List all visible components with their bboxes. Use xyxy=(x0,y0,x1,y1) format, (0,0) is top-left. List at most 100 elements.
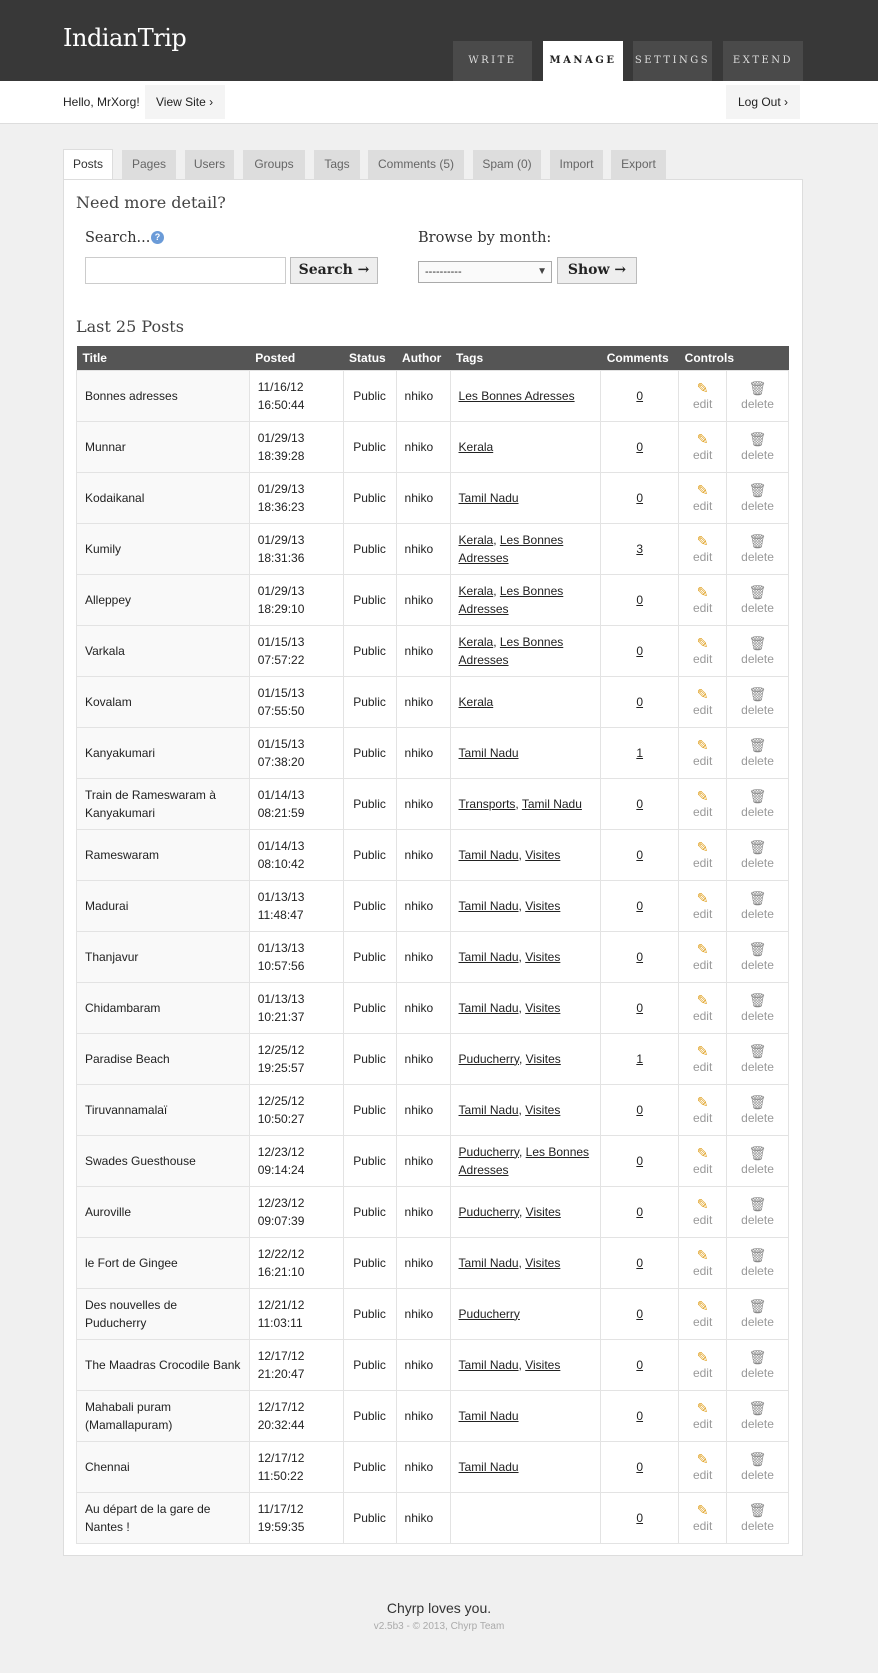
tag-link[interactable]: Kerala xyxy=(459,584,494,598)
delete-control[interactable]: 🗑 delete xyxy=(726,675,789,728)
post-title[interactable]: Paradise Beach xyxy=(85,1052,170,1066)
edit-control[interactable]: ✎ edit xyxy=(678,1338,728,1391)
edit-control[interactable]: ✎ edit xyxy=(678,828,728,881)
delete-control[interactable]: 🗑 delete xyxy=(726,1083,789,1136)
tag-link[interactable]: Visites xyxy=(525,1358,560,1372)
comments-count-link[interactable]: 0 xyxy=(636,797,643,811)
delete-control[interactable]: 🗑 delete xyxy=(726,828,789,881)
col-tags[interactable]: Tags xyxy=(450,346,601,370)
delete-control[interactable]: 🗑 delete xyxy=(726,471,789,524)
edit-control[interactable]: ✎ edit xyxy=(678,522,728,575)
post-title[interactable]: Swades Guesthouse xyxy=(85,1154,196,1168)
tag-link[interactable]: Tamil Nadu xyxy=(459,1103,519,1117)
post-title[interactable]: Auroville xyxy=(85,1205,131,1219)
delete-control[interactable]: 🗑 delete xyxy=(726,1440,789,1493)
tag-link[interactable]: Tamil Nadu xyxy=(459,848,519,862)
comments-count-link[interactable]: 0 xyxy=(636,1358,643,1372)
post-title[interactable]: Chennai xyxy=(85,1460,130,1474)
tag-link[interactable]: Kerala xyxy=(459,533,494,547)
post-title[interactable]: Madurai xyxy=(85,899,128,913)
delete-control[interactable]: 🗑 delete xyxy=(726,1185,789,1238)
edit-control[interactable]: ✎ edit xyxy=(678,369,728,422)
comments-count-link[interactable]: 0 xyxy=(636,1103,643,1117)
tag-link[interactable]: Tamil Nadu xyxy=(459,491,519,505)
post-title[interactable]: Au départ de la gare de Nantes ! xyxy=(85,1502,210,1534)
tag-link[interactable]: Kerala xyxy=(459,440,494,454)
post-title[interactable]: Varkala xyxy=(85,644,125,658)
tab-tags[interactable]: Tags xyxy=(314,150,360,179)
tag-link[interactable]: Tamil Nadu xyxy=(459,1358,519,1372)
delete-control[interactable]: 🗑 delete xyxy=(726,1389,789,1442)
edit-control[interactable]: ✎ edit xyxy=(678,1389,728,1442)
comments-count-link[interactable]: 0 xyxy=(636,593,643,607)
delete-control[interactable]: 🗑 delete xyxy=(726,573,789,626)
col-posted[interactable]: Posted xyxy=(249,346,343,370)
view-site-link[interactable]: View Site › xyxy=(145,85,226,119)
edit-control[interactable]: ✎ edit xyxy=(678,1440,728,1493)
edit-control[interactable]: ✎ edit xyxy=(678,1032,728,1085)
show-button[interactable]: Show → xyxy=(557,257,637,284)
col-comments[interactable]: Comments xyxy=(601,346,679,370)
delete-control[interactable]: 🗑 delete xyxy=(726,981,789,1034)
tab-users[interactable]: Users xyxy=(185,150,234,179)
comments-count-link[interactable]: 1 xyxy=(636,1052,643,1066)
edit-control[interactable]: ✎ edit xyxy=(678,1287,728,1340)
tag-link[interactable]: Tamil Nadu xyxy=(459,899,519,913)
post-title[interactable]: Tiruvannamalaï xyxy=(85,1103,167,1117)
edit-control[interactable]: ✎ edit xyxy=(678,1134,728,1187)
comments-count-link[interactable]: 0 xyxy=(636,899,643,913)
month-select[interactable]: ---------- ▼ xyxy=(418,261,552,283)
tab-import[interactable]: Import xyxy=(550,150,603,179)
tag-link[interactable]: Visites xyxy=(525,848,560,862)
comments-count-link[interactable]: 0 xyxy=(636,1460,643,1474)
comments-count-link[interactable]: 0 xyxy=(636,389,643,403)
comments-count-link[interactable]: 0 xyxy=(636,1154,643,1168)
edit-control[interactable]: ✎ edit xyxy=(678,1083,728,1136)
post-title[interactable]: Chidambaram xyxy=(85,1001,160,1015)
delete-control[interactable]: 🗑 delete xyxy=(726,420,789,473)
post-title[interactable]: Rameswaram xyxy=(85,848,159,862)
delete-control[interactable]: 🗑 delete xyxy=(726,1338,789,1391)
comments-count-link[interactable]: 0 xyxy=(636,644,643,658)
edit-control[interactable]: ✎ edit xyxy=(678,930,728,983)
site-title[interactable]: IndianTrip xyxy=(63,24,187,52)
post-title[interactable]: The Maadras Crocodile Bank xyxy=(85,1358,240,1372)
nav-write[interactable]: WRITE xyxy=(453,41,532,81)
search-input[interactable] xyxy=(85,257,286,284)
comments-count-link[interactable]: 0 xyxy=(636,695,643,709)
post-title[interactable]: Bonnes adresses xyxy=(85,389,178,403)
edit-control[interactable]: ✎ edit xyxy=(678,1491,728,1544)
edit-control[interactable]: ✎ edit xyxy=(678,879,728,932)
col-author[interactable]: Author xyxy=(396,346,450,370)
tag-link[interactable]: Kerala xyxy=(459,695,494,709)
post-title[interactable]: Munnar xyxy=(85,440,126,454)
delete-control[interactable]: 🗑 delete xyxy=(726,1287,789,1340)
delete-control[interactable]: 🗑 delete xyxy=(726,1032,789,1085)
tag-link[interactable]: Tamil Nadu xyxy=(459,1409,519,1423)
edit-control[interactable]: ✎ edit xyxy=(678,1185,728,1238)
nav-extend[interactable]: EXTEND xyxy=(723,41,803,81)
tag-link[interactable]: Puducherry xyxy=(459,1307,520,1321)
comments-count-link[interactable]: 0 xyxy=(636,491,643,505)
edit-control[interactable]: ✎ edit xyxy=(678,624,728,677)
tag-link[interactable]: Tamil Nadu xyxy=(522,797,582,811)
tab-pages[interactable]: Pages xyxy=(122,150,176,179)
post-title[interactable]: Kumily xyxy=(85,542,121,556)
tag-link[interactable]: Transports xyxy=(459,797,516,811)
delete-control[interactable]: 🗑 delete xyxy=(726,624,789,677)
edit-control[interactable]: ✎ edit xyxy=(678,675,728,728)
comments-count-link[interactable]: 0 xyxy=(636,1307,643,1321)
tag-link[interactable]: Visites xyxy=(525,899,560,913)
edit-control[interactable]: ✎ edit xyxy=(678,573,728,626)
tab-export[interactable]: Export xyxy=(611,150,666,179)
delete-control[interactable]: 🗑 delete xyxy=(726,777,789,830)
post-title[interactable]: Des nouvelles de Puducherry xyxy=(85,1298,177,1330)
tag-link[interactable]: Visites xyxy=(526,1052,561,1066)
delete-control[interactable]: 🗑 delete xyxy=(726,1134,789,1187)
delete-control[interactable]: 🗑 delete xyxy=(726,726,789,779)
tag-link[interactable]: Visites xyxy=(526,1205,561,1219)
edit-control[interactable]: ✎ edit xyxy=(678,1236,728,1289)
tab-spam[interactable]: Spam (0) xyxy=(473,150,541,179)
comments-count-link[interactable]: 0 xyxy=(636,1409,643,1423)
delete-control[interactable]: 🗑 delete xyxy=(726,1236,789,1289)
